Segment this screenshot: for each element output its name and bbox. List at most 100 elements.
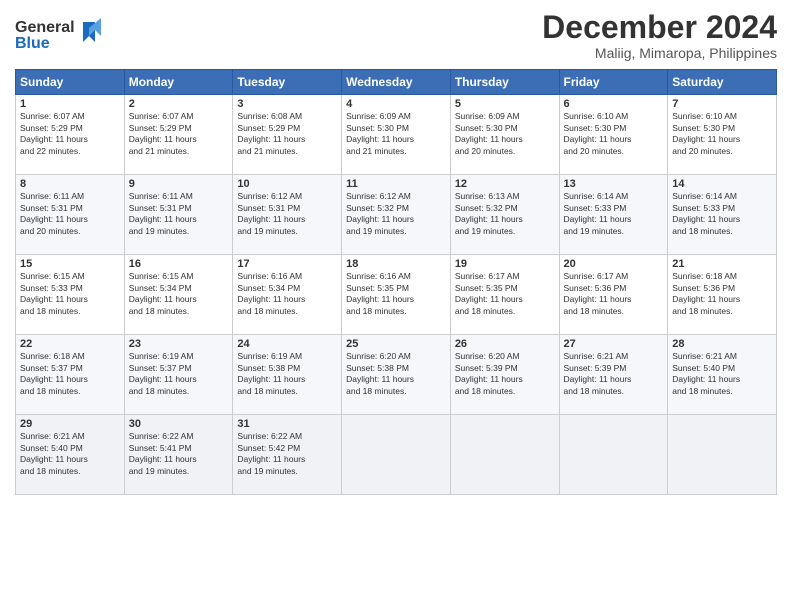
calendar-cell: 21Sunrise: 6:18 AM Sunset: 5:36 PM Dayli… [668, 255, 777, 335]
calendar-cell: 13Sunrise: 6:14 AM Sunset: 5:33 PM Dayli… [559, 175, 668, 255]
cell-content: Sunrise: 6:22 AM Sunset: 5:41 PM Dayligh… [129, 431, 229, 477]
day-number: 30 [129, 418, 229, 430]
day-number: 26 [455, 338, 555, 350]
weekday-header-row: SundayMondayTuesdayWednesdayThursdayFrid… [16, 70, 777, 95]
week-row-1: 1Sunrise: 6:07 AM Sunset: 5:29 PM Daylig… [16, 95, 777, 175]
calendar-cell: 24Sunrise: 6:19 AM Sunset: 5:38 PM Dayli… [233, 335, 342, 415]
day-number: 27 [564, 338, 664, 350]
weekday-header-wednesday: Wednesday [342, 70, 451, 95]
calendar-cell [450, 415, 559, 495]
cell-content: Sunrise: 6:21 AM Sunset: 5:40 PM Dayligh… [20, 431, 120, 477]
calendar-cell: 2Sunrise: 6:07 AM Sunset: 5:29 PM Daylig… [124, 95, 233, 175]
logo-icon: General Blue [15, 14, 105, 56]
day-number: 13 [564, 178, 664, 190]
cell-content: Sunrise: 6:09 AM Sunset: 5:30 PM Dayligh… [346, 111, 446, 157]
cell-content: Sunrise: 6:17 AM Sunset: 5:36 PM Dayligh… [564, 271, 664, 317]
calendar-cell: 27Sunrise: 6:21 AM Sunset: 5:39 PM Dayli… [559, 335, 668, 415]
day-number: 18 [346, 258, 446, 270]
cell-content: Sunrise: 6:17 AM Sunset: 5:35 PM Dayligh… [455, 271, 555, 317]
weekday-header-monday: Monday [124, 70, 233, 95]
day-number: 7 [672, 98, 772, 110]
cell-content: Sunrise: 6:22 AM Sunset: 5:42 PM Dayligh… [237, 431, 337, 477]
cell-content: Sunrise: 6:20 AM Sunset: 5:38 PM Dayligh… [346, 351, 446, 397]
calendar-cell: 20Sunrise: 6:17 AM Sunset: 5:36 PM Dayli… [559, 255, 668, 335]
day-number: 22 [20, 338, 120, 350]
calendar-cell: 12Sunrise: 6:13 AM Sunset: 5:32 PM Dayli… [450, 175, 559, 255]
month-title: December 2024 [542, 10, 777, 45]
cell-content: Sunrise: 6:09 AM Sunset: 5:30 PM Dayligh… [455, 111, 555, 157]
cell-content: Sunrise: 6:07 AM Sunset: 5:29 PM Dayligh… [20, 111, 120, 157]
cell-content: Sunrise: 6:16 AM Sunset: 5:34 PM Dayligh… [237, 271, 337, 317]
header: General Blue December 2024 Maliig, Mimar… [15, 10, 777, 61]
calendar-cell [559, 415, 668, 495]
day-number: 16 [129, 258, 229, 270]
cell-content: Sunrise: 6:20 AM Sunset: 5:39 PM Dayligh… [455, 351, 555, 397]
cell-content: Sunrise: 6:10 AM Sunset: 5:30 PM Dayligh… [564, 111, 664, 157]
weekday-header-sunday: Sunday [16, 70, 125, 95]
location: Maliig, Mimaropa, Philippines [542, 45, 777, 61]
cell-content: Sunrise: 6:15 AM Sunset: 5:34 PM Dayligh… [129, 271, 229, 317]
day-number: 11 [346, 178, 446, 190]
day-number: 20 [564, 258, 664, 270]
calendar-cell: 18Sunrise: 6:16 AM Sunset: 5:35 PM Dayli… [342, 255, 451, 335]
day-number: 6 [564, 98, 664, 110]
calendar-cell: 3Sunrise: 6:08 AM Sunset: 5:29 PM Daylig… [233, 95, 342, 175]
day-number: 17 [237, 258, 337, 270]
calendar-cell: 19Sunrise: 6:17 AM Sunset: 5:35 PM Dayli… [450, 255, 559, 335]
cell-content: Sunrise: 6:18 AM Sunset: 5:37 PM Dayligh… [20, 351, 120, 397]
cell-content: Sunrise: 6:10 AM Sunset: 5:30 PM Dayligh… [672, 111, 772, 157]
day-number: 12 [455, 178, 555, 190]
cell-content: Sunrise: 6:16 AM Sunset: 5:35 PM Dayligh… [346, 271, 446, 317]
cell-content: Sunrise: 6:19 AM Sunset: 5:38 PM Dayligh… [237, 351, 337, 397]
day-number: 14 [672, 178, 772, 190]
calendar-cell: 14Sunrise: 6:14 AM Sunset: 5:33 PM Dayli… [668, 175, 777, 255]
calendar-cell: 1Sunrise: 6:07 AM Sunset: 5:29 PM Daylig… [16, 95, 125, 175]
calendar-cell: 29Sunrise: 6:21 AM Sunset: 5:40 PM Dayli… [16, 415, 125, 495]
calendar-cell: 5Sunrise: 6:09 AM Sunset: 5:30 PM Daylig… [450, 95, 559, 175]
calendar-cell: 10Sunrise: 6:12 AM Sunset: 5:31 PM Dayli… [233, 175, 342, 255]
cell-content: Sunrise: 6:11 AM Sunset: 5:31 PM Dayligh… [20, 191, 120, 237]
calendar-table: SundayMondayTuesdayWednesdayThursdayFrid… [15, 69, 777, 495]
cell-content: Sunrise: 6:18 AM Sunset: 5:36 PM Dayligh… [672, 271, 772, 317]
calendar-cell: 15Sunrise: 6:15 AM Sunset: 5:33 PM Dayli… [16, 255, 125, 335]
day-number: 25 [346, 338, 446, 350]
calendar-cell: 4Sunrise: 6:09 AM Sunset: 5:30 PM Daylig… [342, 95, 451, 175]
calendar-cell: 8Sunrise: 6:11 AM Sunset: 5:31 PM Daylig… [16, 175, 125, 255]
calendar-cell: 28Sunrise: 6:21 AM Sunset: 5:40 PM Dayli… [668, 335, 777, 415]
calendar-cell [668, 415, 777, 495]
weekday-header-friday: Friday [559, 70, 668, 95]
day-number: 1 [20, 98, 120, 110]
day-number: 23 [129, 338, 229, 350]
weekday-header-tuesday: Tuesday [233, 70, 342, 95]
calendar-cell: 9Sunrise: 6:11 AM Sunset: 5:31 PM Daylig… [124, 175, 233, 255]
calendar-cell [342, 415, 451, 495]
week-row-5: 29Sunrise: 6:21 AM Sunset: 5:40 PM Dayli… [16, 415, 777, 495]
calendar-cell: 6Sunrise: 6:10 AM Sunset: 5:30 PM Daylig… [559, 95, 668, 175]
day-number: 15 [20, 258, 120, 270]
cell-content: Sunrise: 6:19 AM Sunset: 5:37 PM Dayligh… [129, 351, 229, 397]
cell-content: Sunrise: 6:14 AM Sunset: 5:33 PM Dayligh… [672, 191, 772, 237]
title-block: December 2024 Maliig, Mimaropa, Philippi… [542, 10, 777, 61]
calendar-cell: 26Sunrise: 6:20 AM Sunset: 5:39 PM Dayli… [450, 335, 559, 415]
cell-content: Sunrise: 6:12 AM Sunset: 5:31 PM Dayligh… [237, 191, 337, 237]
day-number: 19 [455, 258, 555, 270]
cell-content: Sunrise: 6:12 AM Sunset: 5:32 PM Dayligh… [346, 191, 446, 237]
svg-text:Blue: Blue [15, 35, 50, 52]
cell-content: Sunrise: 6:13 AM Sunset: 5:32 PM Dayligh… [455, 191, 555, 237]
cell-content: Sunrise: 6:21 AM Sunset: 5:40 PM Dayligh… [672, 351, 772, 397]
cell-content: Sunrise: 6:15 AM Sunset: 5:33 PM Dayligh… [20, 271, 120, 317]
week-row-3: 15Sunrise: 6:15 AM Sunset: 5:33 PM Dayli… [16, 255, 777, 335]
calendar-cell: 7Sunrise: 6:10 AM Sunset: 5:30 PM Daylig… [668, 95, 777, 175]
day-number: 10 [237, 178, 337, 190]
logo: General Blue [15, 14, 105, 61]
calendar-cell: 22Sunrise: 6:18 AM Sunset: 5:37 PM Dayli… [16, 335, 125, 415]
cell-content: Sunrise: 6:21 AM Sunset: 5:39 PM Dayligh… [564, 351, 664, 397]
calendar-page: General Blue December 2024 Maliig, Mimar… [0, 0, 792, 612]
week-row-4: 22Sunrise: 6:18 AM Sunset: 5:37 PM Dayli… [16, 335, 777, 415]
day-number: 5 [455, 98, 555, 110]
calendar-cell: 30Sunrise: 6:22 AM Sunset: 5:41 PM Dayli… [124, 415, 233, 495]
weekday-header-saturday: Saturday [668, 70, 777, 95]
calendar-cell: 31Sunrise: 6:22 AM Sunset: 5:42 PM Dayli… [233, 415, 342, 495]
cell-content: Sunrise: 6:11 AM Sunset: 5:31 PM Dayligh… [129, 191, 229, 237]
weekday-header-thursday: Thursday [450, 70, 559, 95]
